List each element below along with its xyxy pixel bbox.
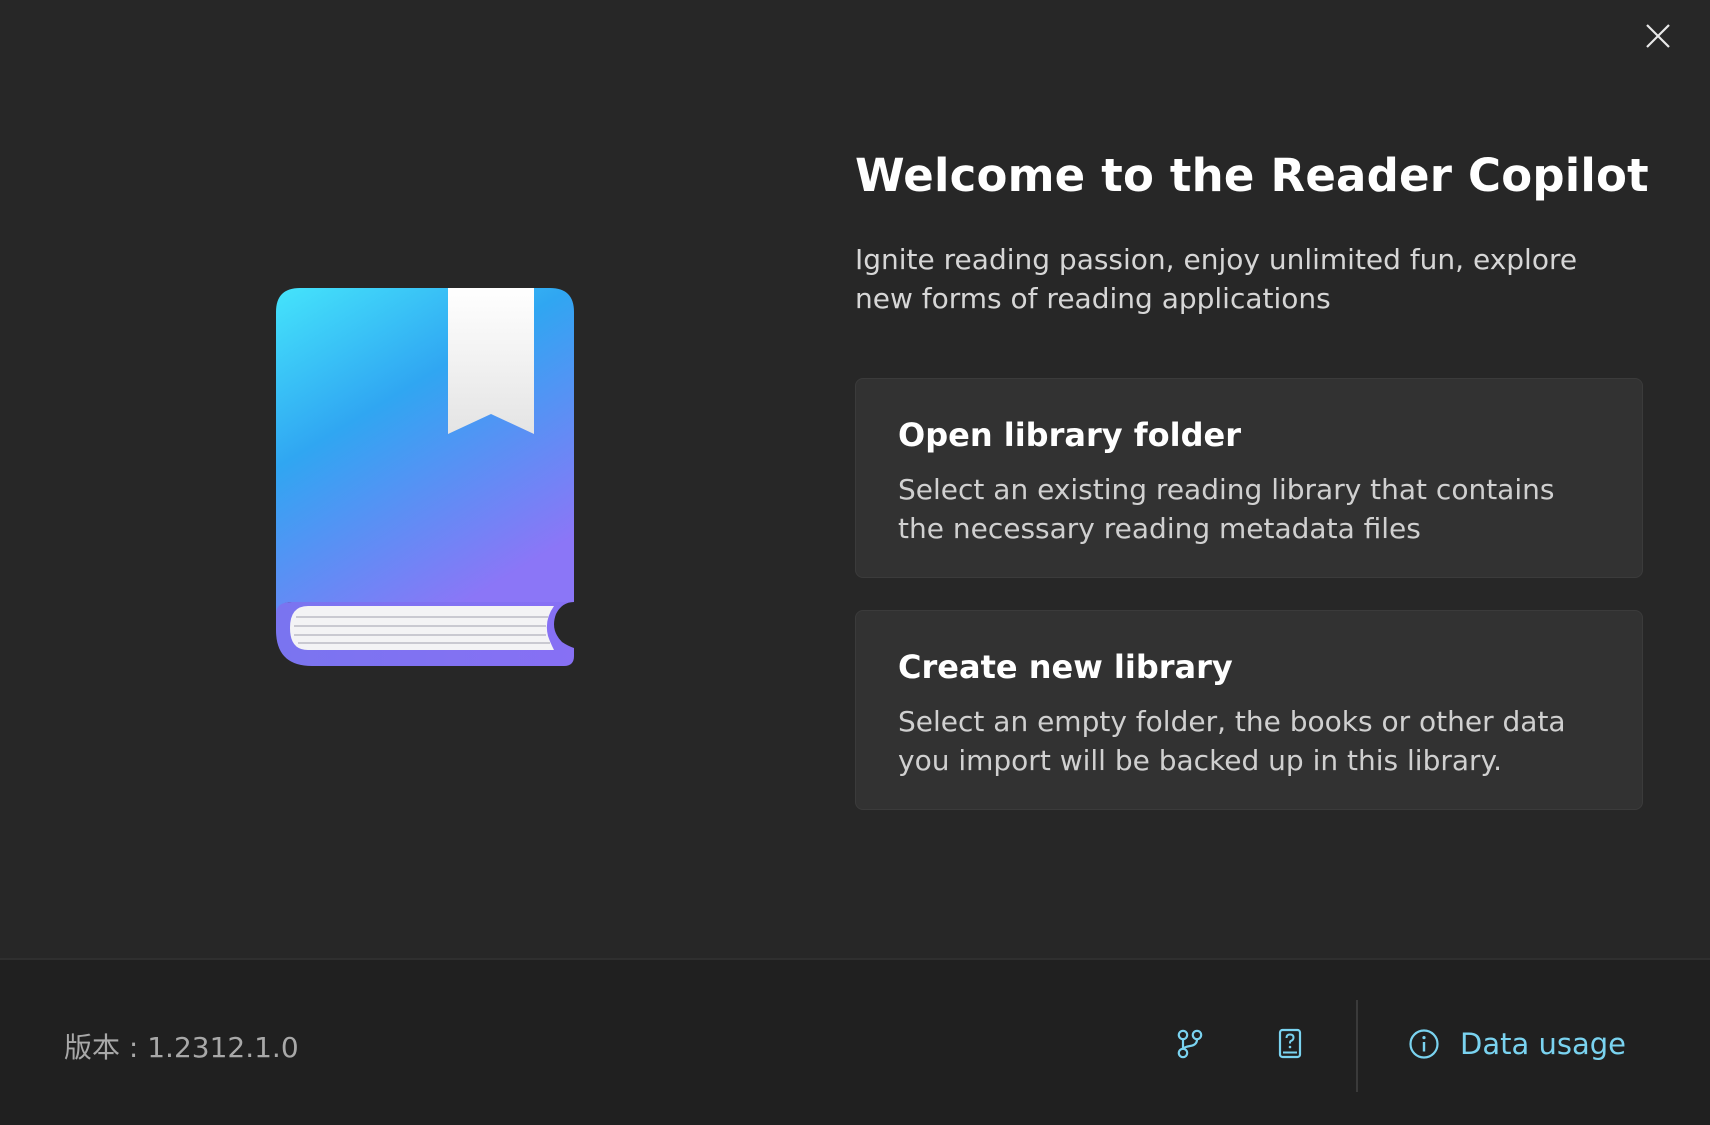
welcome-content: Welcome to the Reader Copilot Ignite rea… <box>855 140 1649 810</box>
book-illustration <box>272 284 578 670</box>
card-description: Select an existing reading library that … <box>898 473 1555 545</box>
open-library-folder-card[interactable]: Open library folder Select an existing r… <box>855 378 1643 578</box>
book-bookmark-icon <box>276 288 574 666</box>
card-description: Select an empty folder, the books or oth… <box>898 705 1566 777</box>
close-button[interactable] <box>1630 16 1686 56</box>
info-icon <box>1409 1029 1439 1059</box>
page-title: Welcome to the Reader Copilot <box>855 149 1649 202</box>
welcome-dialog: Welcome to the Reader Copilot Ignite rea… <box>0 0 1710 1125</box>
card-title: Create new library <box>898 648 1233 686</box>
card-title: Open library folder <box>898 416 1241 454</box>
footer-bar: 版本 : 1.2312.1.0 Data usage <box>0 958 1710 1125</box>
create-new-library-card[interactable]: Create new library Select an empty folde… <box>855 610 1643 810</box>
source-code-button[interactable] <box>1162 1016 1218 1072</box>
branch-icon <box>1177 1029 1203 1059</box>
help-button[interactable] <box>1262 1016 1318 1072</box>
data-usage-label: Data usage <box>1460 1027 1626 1061</box>
help-book-icon <box>1278 1028 1302 1059</box>
page-subtitle: Ignite reading passion, enjoy unlimited … <box>855 243 1578 315</box>
version-label: 版本 : 1.2312.1.0 <box>64 1031 299 1064</box>
data-usage-link[interactable]: Data usage <box>1408 1016 1626 1072</box>
close-icon <box>1646 24 1670 48</box>
footer-divider <box>1356 1000 1358 1092</box>
